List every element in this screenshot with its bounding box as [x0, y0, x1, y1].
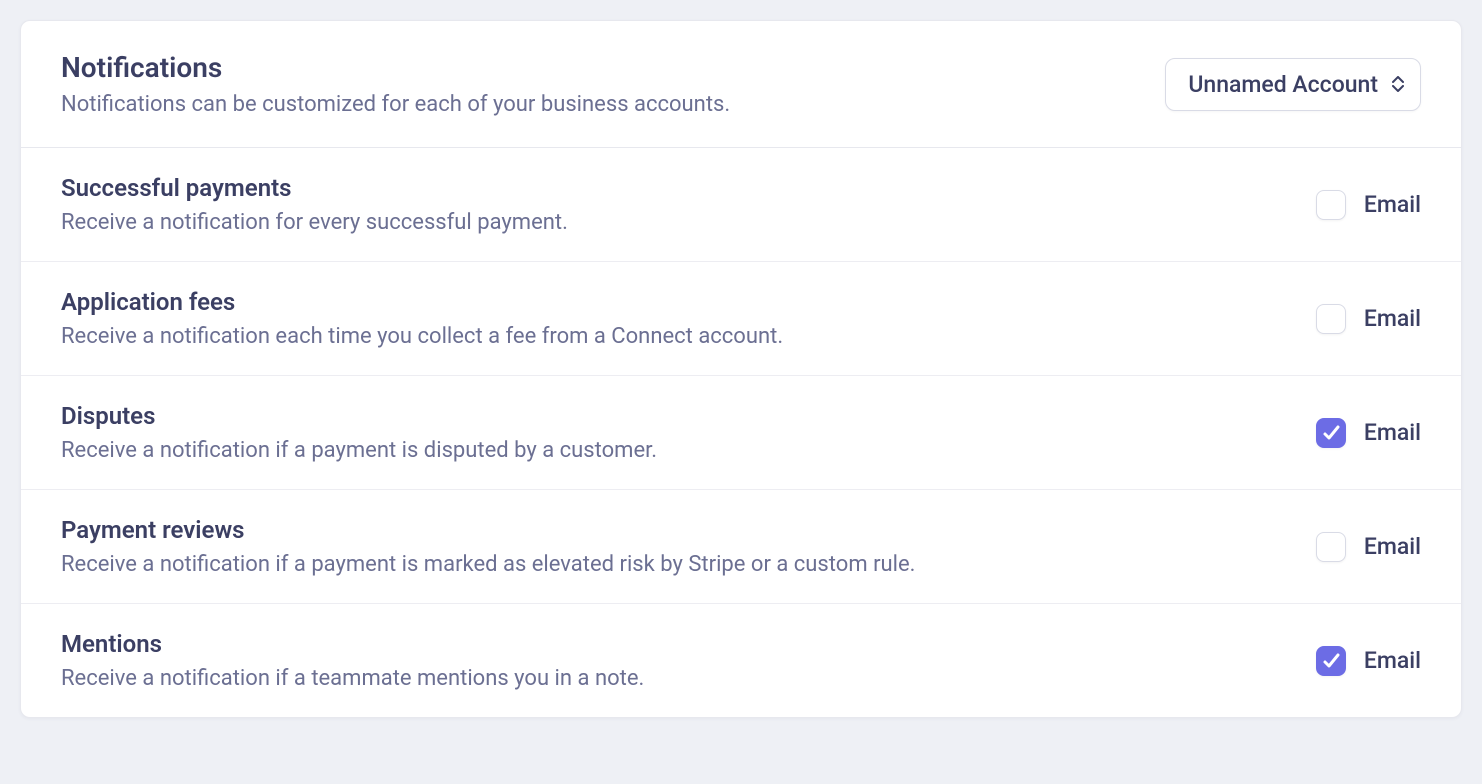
card-title: Notifications	[61, 51, 730, 84]
row-application-fees: Application fees Receive a notification e…	[21, 262, 1461, 376]
row-desc: Receive a notification for every success…	[61, 210, 568, 235]
email-checkbox-payment-reviews[interactable]	[1316, 532, 1346, 562]
row-text: Successful payments Receive a notificatio…	[61, 174, 568, 235]
row-text: Payment reviews Receive a notification if…	[61, 516, 915, 577]
email-label: Email	[1364, 419, 1421, 446]
email-checkbox-application-fees[interactable]	[1316, 304, 1346, 334]
row-text: Mentions Receive a notification if a team…	[61, 630, 644, 691]
card-header: Notifications Notifications can be custo…	[21, 21, 1461, 148]
chevron-up-down-icon	[1392, 76, 1404, 92]
notifications-card: Notifications Notifications can be custo…	[20, 20, 1462, 718]
row-control: Email	[1316, 304, 1421, 334]
check-icon	[1321, 651, 1341, 671]
row-control: Email	[1316, 646, 1421, 676]
rows-container: Successful payments Receive a notificatio…	[21, 148, 1461, 717]
email-checkbox-successful-payments[interactable]	[1316, 190, 1346, 220]
email-label: Email	[1364, 305, 1421, 332]
row-successful-payments: Successful payments Receive a notificatio…	[21, 148, 1461, 262]
row-title: Disputes	[61, 402, 657, 430]
row-desc: Receive a notification if a payment is d…	[61, 438, 657, 463]
row-desc: Receive a notification if a teammate men…	[61, 666, 644, 691]
row-title: Successful payments	[61, 174, 568, 202]
email-label: Email	[1364, 647, 1421, 674]
card-subtitle: Notifications can be customized for each…	[61, 92, 730, 117]
row-control: Email	[1316, 190, 1421, 220]
row-mentions: Mentions Receive a notification if a team…	[21, 604, 1461, 717]
row-title: Payment reviews	[61, 516, 915, 544]
email-checkbox-mentions[interactable]	[1316, 646, 1346, 676]
row-text: Disputes Receive a notification if a paym…	[61, 402, 657, 463]
row-control: Email	[1316, 418, 1421, 448]
row-desc: Receive a notification each time you col…	[61, 324, 783, 349]
row-disputes: Disputes Receive a notification if a paym…	[21, 376, 1461, 490]
account-select-label: Unnamed Account	[1188, 71, 1378, 98]
row-control: Email	[1316, 532, 1421, 562]
email-checkbox-disputes[interactable]	[1316, 418, 1346, 448]
row-desc: Receive a notification if a payment is m…	[61, 552, 915, 577]
row-title: Mentions	[61, 630, 644, 658]
account-select[interactable]: Unnamed Account	[1165, 58, 1421, 111]
email-label: Email	[1364, 533, 1421, 560]
card-header-text: Notifications Notifications can be custo…	[61, 51, 730, 117]
row-payment-reviews: Payment reviews Receive a notification if…	[21, 490, 1461, 604]
email-label: Email	[1364, 191, 1421, 218]
row-text: Application fees Receive a notification e…	[61, 288, 783, 349]
row-title: Application fees	[61, 288, 783, 316]
check-icon	[1321, 423, 1341, 443]
